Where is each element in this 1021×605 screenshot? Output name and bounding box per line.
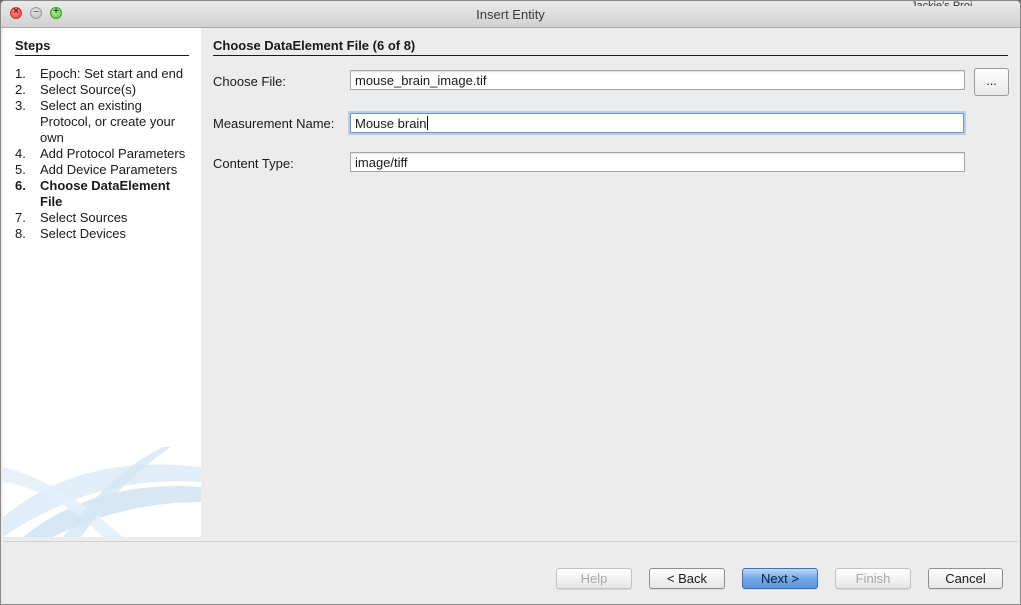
window-title: Insert Entity <box>476 7 545 22</box>
next-button[interactable]: Next > <box>742 568 818 589</box>
content-type-input[interactable]: image/tiff <box>350 152 965 172</box>
back-button[interactable]: < Back <box>649 568 725 589</box>
steps-list: 1. Epoch: Set start and end 2. Select Sour… <box>15 66 195 242</box>
panel-title: Choose DataElement File (6 of 8) <box>213 38 1008 56</box>
title-bar[interactable]: × – + Insert Entity <box>1 1 1020 28</box>
text-cursor <box>426 116 428 130</box>
step-label: Add Device Parameters <box>40 162 178 177</box>
measurement-name-value: Mouse brain <box>355 116 427 131</box>
step-number: 2. <box>15 82 26 97</box>
background-window-title: Jackie's Proj <box>911 0 973 6</box>
step-item: 5. Add Device Parameters <box>15 162 195 178</box>
cancel-button[interactable]: Cancel <box>928 568 1003 589</box>
step-label: Select Devices <box>40 226 126 241</box>
help-button[interactable]: Help <box>556 568 632 589</box>
step-number: 8. <box>15 226 26 241</box>
insert-entity-dialog: × – + Insert Entity Steps 1. Epoch: Set s… <box>0 0 1021 605</box>
browse-button[interactable]: ... <box>974 68 1009 96</box>
step-number: 4. <box>15 146 26 161</box>
sidebar-decoration <box>3 447 201 537</box>
footer-divider <box>3 541 1018 542</box>
step-label: Add Protocol Parameters <box>40 146 186 161</box>
step-number: 1. <box>15 66 26 81</box>
step-number: 7. <box>15 210 26 225</box>
wizard-panel: Choose DataElement File (6 of 8) Choose … <box>201 28 1020 541</box>
measurement-name-label: Measurement Name: <box>213 116 335 131</box>
choose-file-label: Choose File: <box>213 74 286 89</box>
step-label: Select an existing Protocol, or create y… <box>40 98 176 145</box>
step-item: 1. Epoch: Set start and end <box>15 66 195 82</box>
measurement-name-input[interactable]: Mouse brain <box>350 113 964 133</box>
step-item: 2. Select Source(s) <box>15 82 195 98</box>
step-number: 3. <box>15 98 26 113</box>
steps-sidebar: Steps 1. Epoch: Set start and end 2. Selec… <box>3 28 201 537</box>
content-type-label: Content Type: <box>213 156 294 171</box>
step-label: Select Source(s) <box>40 82 137 97</box>
step-label: Choose DataElement File <box>40 178 171 209</box>
step-label: Select Sources <box>40 210 128 225</box>
step-item: 4. Add Protocol Parameters <box>15 146 195 162</box>
step-number: 5. <box>15 162 26 177</box>
step-item: 8. Select Devices <box>15 226 195 242</box>
finish-button[interactable]: Finish <box>835 568 911 589</box>
step-item: 3. Select an existing Protocol, or create… <box>15 98 195 146</box>
steps-heading: Steps <box>15 38 189 56</box>
step-item-current: 6. Choose DataElement File <box>15 178 195 210</box>
step-item: 7. Select Sources <box>15 210 195 226</box>
step-number: 6. <box>15 178 26 193</box>
step-label: Epoch: Set start and end <box>40 66 184 81</box>
choose-file-input[interactable]: mouse_brain_image.tif <box>350 70 965 90</box>
